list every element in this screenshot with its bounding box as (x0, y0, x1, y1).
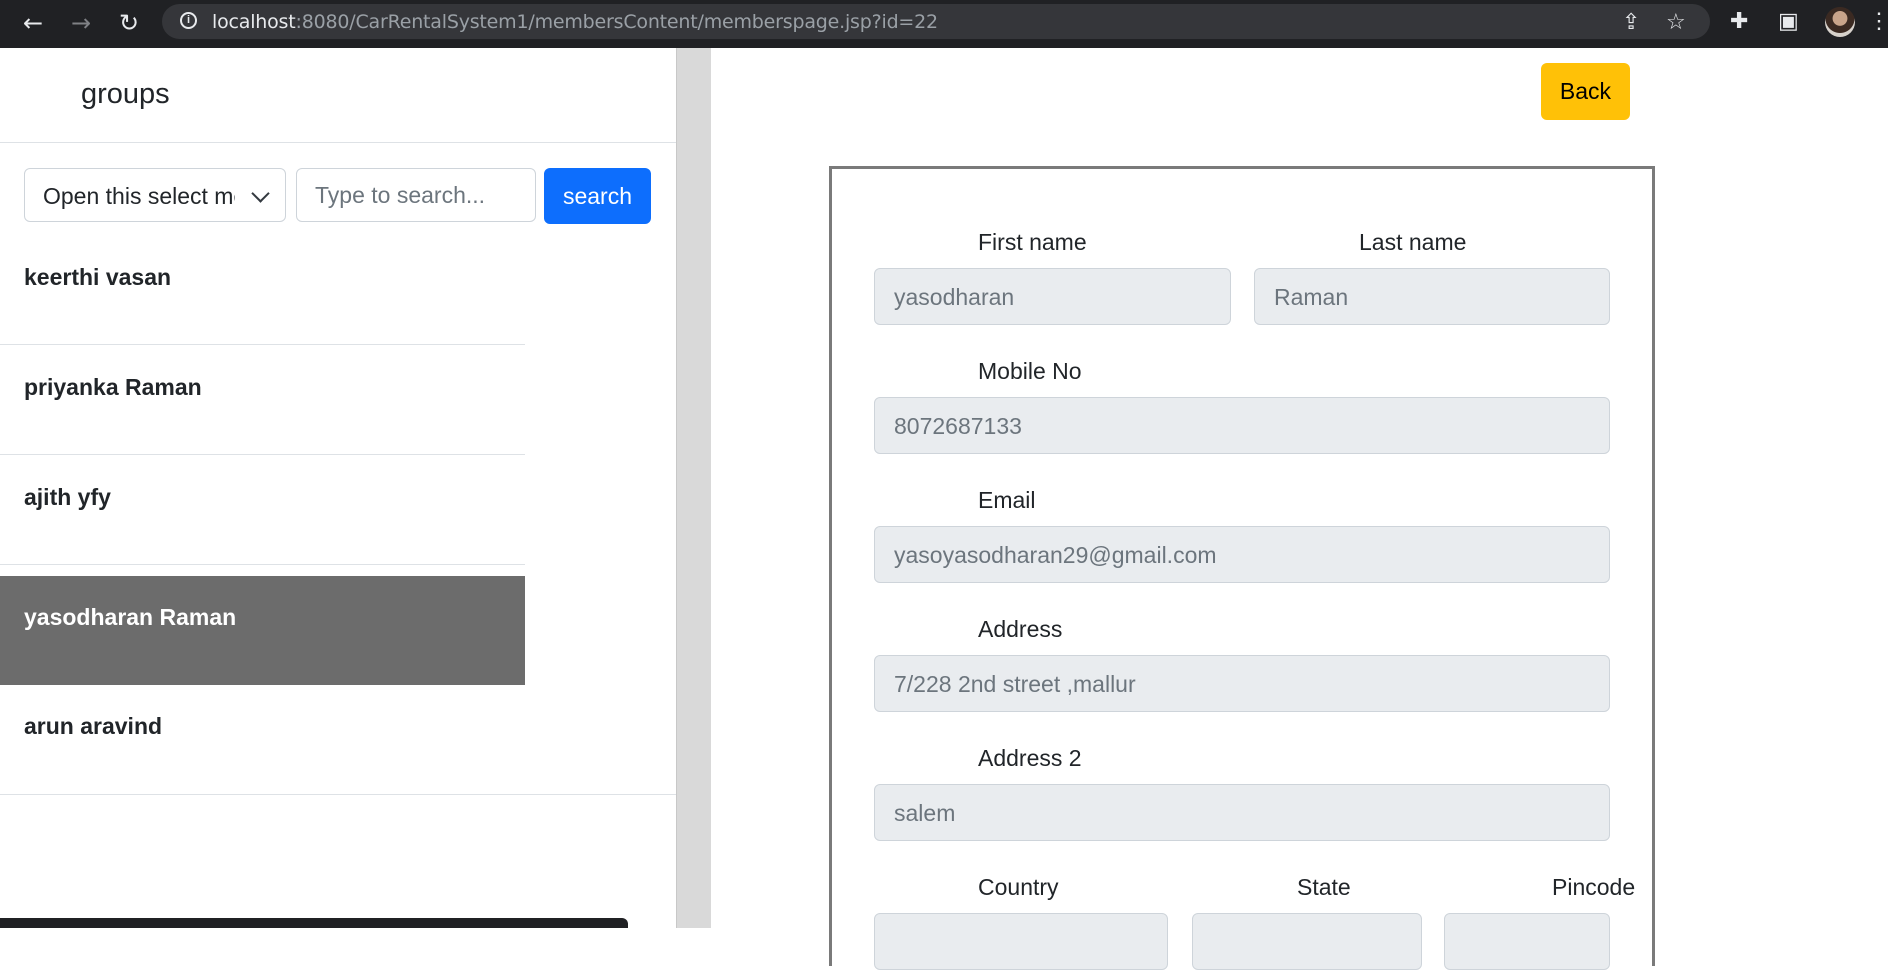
member-item[interactable]: ajith yfy (0, 456, 525, 565)
address-label: Address (978, 616, 1063, 642)
pincode-field[interactable] (1444, 913, 1610, 970)
member-item[interactable]: priyanka Raman (0, 346, 525, 455)
email-label: Email (978, 487, 1036, 513)
extensions-puzzle-icon[interactable]: ✚ (1730, 9, 1748, 34)
last-name-field[interactable]: Raman (1254, 268, 1610, 325)
member-name: yasodharan Raman (24, 604, 237, 630)
bookmark-star-icon[interactable]: ☆ (1666, 10, 1686, 35)
member-form: First name Last name yasodharan Raman Mo… (829, 166, 1655, 970)
menu-dots-icon[interactable]: ⋮ (1868, 8, 1888, 34)
member-item[interactable]: keerthi vasan (0, 236, 525, 345)
state-field[interactable] (1192, 913, 1422, 970)
pincode-label: Pincode (1552, 874, 1636, 900)
profile-avatar[interactable] (1825, 7, 1855, 37)
mobile-field[interactable]: 8072687133 (874, 397, 1610, 454)
address-field[interactable]: 7/228 2nd street ,mallur (874, 655, 1610, 712)
member-name: priyanka Raman (24, 374, 202, 400)
member-item-active[interactable]: yasodharan Raman (0, 576, 525, 685)
forward-arrow-icon[interactable]: → (66, 8, 96, 38)
email-field[interactable]: yasoyasodharan29@gmail.com (874, 526, 1610, 583)
reload-icon[interactable]: ↻ (114, 8, 144, 38)
member-name: arun aravind (24, 713, 163, 739)
select-value: Open this select menu (43, 183, 235, 209)
panel-resize-handle[interactable] (676, 48, 711, 928)
side-panel-icon[interactable]: ▣ (1778, 9, 1799, 34)
member-detail-panel: Back First name Last name yasodharan Ram… (711, 48, 1888, 970)
address2-label: Address 2 (978, 745, 1082, 771)
first-name-label: First name (978, 229, 1087, 255)
filter-select[interactable]: Open this select menu (24, 168, 286, 222)
divider-line (0, 794, 676, 795)
country-field[interactable] (874, 913, 1168, 970)
search-button[interactable]: search (544, 168, 651, 224)
country-label: Country (978, 874, 1059, 900)
browser-toolbar: ← → ↻ i localhost:8080/CarRentalSystem1/… (0, 0, 1888, 48)
member-name: ajith yfy (24, 484, 111, 510)
address2-field[interactable]: salem (874, 784, 1610, 841)
address-bar[interactable]: i localhost:8080/CarRentalSystem1/member… (162, 4, 1710, 39)
search-input[interactable] (296, 168, 536, 222)
divider-line (0, 142, 676, 143)
member-name: keerthi vasan (24, 264, 172, 290)
last-name-label: Last name (1359, 229, 1467, 255)
site-info-icon[interactable]: i (180, 12, 197, 29)
share-icon[interactable]: ⇪ (1622, 10, 1640, 35)
state-label: State (1297, 874, 1351, 900)
first-name-field[interactable]: yasodharan (874, 268, 1231, 325)
members-sidebar: groups Open this select menu search keer… (0, 48, 676, 928)
url-text[interactable]: localhost:8080/CarRentalSystem1/membersC… (212, 11, 938, 33)
back-arrow-icon[interactable]: ← (18, 8, 48, 38)
link-status-bar (0, 918, 628, 928)
back-button[interactable]: Back (1541, 63, 1630, 120)
chevron-down-icon (251, 184, 270, 203)
member-item[interactable]: arun aravind (0, 685, 525, 794)
mobile-label: Mobile No (978, 358, 1082, 384)
groups-heading: groups (81, 78, 170, 110)
